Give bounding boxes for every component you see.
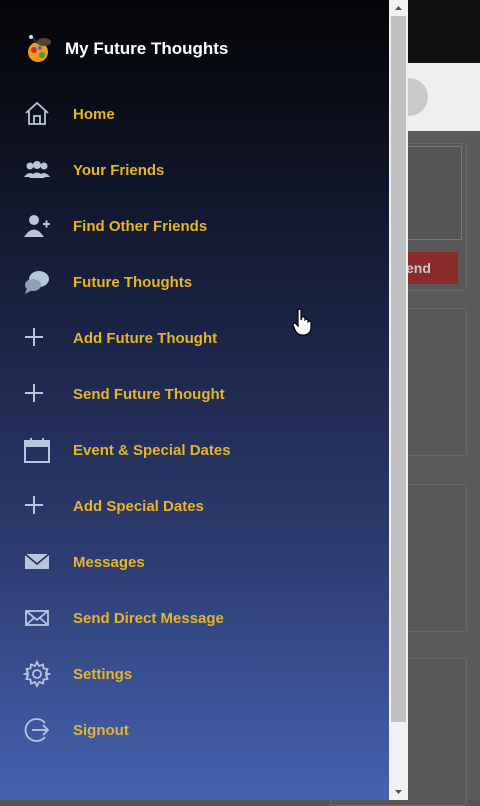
menu-item-label: Home xyxy=(73,105,115,123)
chat-bubbles-icon xyxy=(23,268,51,296)
envelope-outline-icon xyxy=(23,604,51,632)
menu-item-your-friends[interactable]: Your Friends xyxy=(0,150,389,190)
add-user-icon xyxy=(23,212,51,240)
menu-item-label: Messages xyxy=(73,553,145,571)
menu-item-label: Add Special Dates xyxy=(73,497,204,515)
menu-item-add-future-thought[interactable]: Add Future Thought xyxy=(0,318,389,358)
menu-item-add-special-dates[interactable]: Add Special Dates xyxy=(0,486,389,526)
scroll-down-arrow-icon[interactable] xyxy=(389,784,408,800)
menu-item-label: Send Direct Message xyxy=(73,609,224,627)
home-icon xyxy=(23,100,51,128)
menu-item-find-other-friends[interactable]: Find Other Friends xyxy=(0,206,389,246)
gear-icon xyxy=(22,659,52,689)
app-title: My Future Thoughts xyxy=(65,39,229,58)
menu-item-send-future-thought[interactable]: Send Future Thought xyxy=(0,374,389,414)
menu-item-label: Send Future Thought xyxy=(73,385,225,403)
navigation-drawer: My Future Thoughts Home Your Friends Fin… xyxy=(0,0,389,800)
plus-icon xyxy=(23,324,51,352)
menu-item-event-special-dates[interactable]: Event & Special Dates xyxy=(0,430,389,470)
signout-icon xyxy=(23,716,51,744)
menu-item-future-thoughts[interactable]: Future Thoughts xyxy=(0,262,389,302)
scrollbar[interactable] xyxy=(389,0,408,800)
menu-item-label: Settings xyxy=(73,665,133,683)
friends-icon xyxy=(23,156,51,184)
envelope-filled-icon xyxy=(23,548,51,576)
menu-item-send-direct-message[interactable]: Send Direct Message xyxy=(0,598,389,638)
menu-item-messages[interactable]: Messages xyxy=(0,542,389,582)
scrollbar-thumb[interactable] xyxy=(391,16,406,722)
menu-item-label: Find Other Friends xyxy=(73,217,208,235)
scroll-up-arrow-icon[interactable] xyxy=(389,0,408,16)
plus-icon xyxy=(23,380,51,408)
background-send-label: end xyxy=(406,260,431,276)
menu-item-label: Add Future Thought xyxy=(73,329,218,347)
app-logo-icon xyxy=(22,33,54,65)
menu-item-settings[interactable]: Settings xyxy=(0,654,389,694)
hand-cursor-icon xyxy=(292,308,312,336)
brand[interactable]: My Future Thoughts xyxy=(22,30,228,68)
menu-item-label: Signout xyxy=(73,721,129,739)
menu-item-label: Your Friends xyxy=(73,161,165,179)
menu-item-label: Event & Special Dates xyxy=(73,441,231,459)
menu-item-home[interactable]: Home xyxy=(0,94,389,134)
calendar-icon xyxy=(23,436,51,464)
menu-item-label: Future Thoughts xyxy=(73,273,193,291)
menu-item-signout[interactable]: Signout xyxy=(0,710,389,750)
plus-icon xyxy=(23,492,51,520)
